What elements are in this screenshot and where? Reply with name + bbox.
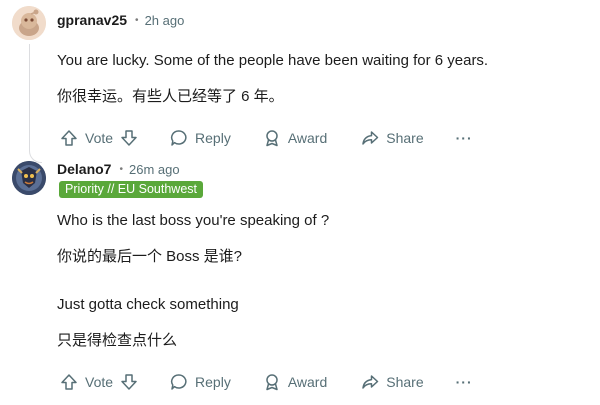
comment-thread: gpranav25 • 2h ago You are lucky. Some o…: [0, 0, 600, 405]
more-options-button[interactable]: ···: [456, 374, 473, 390]
speech-bubble-icon: [170, 374, 187, 390]
separator-dot: •: [119, 163, 123, 175]
more-options-button[interactable]: ···: [456, 130, 473, 146]
award-icon: [266, 130, 278, 147]
vote-label: Vote: [85, 130, 114, 146]
arrow-down-icon: [121, 130, 137, 146]
share-button[interactable]: Share: [361, 129, 424, 147]
thread-connector: [29, 140, 42, 163]
user-flair: Priority // EU Southwest: [59, 181, 203, 198]
username[interactable]: gpranav25: [57, 12, 127, 28]
arrow-up-icon: [61, 374, 77, 390]
separator-dot: •: [135, 14, 139, 26]
award-label: Award: [287, 130, 328, 146]
arrow-down-icon: [121, 374, 137, 390]
reply-label: Reply: [195, 130, 231, 146]
ellipsis-icon: ···: [455, 130, 473, 146]
reply-button[interactable]: Reply: [170, 373, 231, 391]
award-label: Award: [287, 374, 328, 390]
downvote-button[interactable]: [120, 129, 138, 147]
username[interactable]: Delano7: [57, 161, 111, 177]
comment-header: gpranav25 • 2h ago: [57, 12, 184, 28]
comment-text: Just gotta check something: [57, 296, 239, 313]
speech-bubble-icon: [170, 130, 187, 146]
comment-text: Who is the last boss you're speaking of …: [57, 212, 330, 229]
arrow-up-icon: [61, 130, 77, 146]
share-arrow-icon: [362, 375, 379, 389]
comment-text: 你说的最后一个 Boss 是谁?: [57, 248, 243, 265]
avatar[interactable]: [12, 6, 46, 40]
award-button[interactable]: Award: [263, 373, 327, 391]
reply-button[interactable]: Reply: [170, 129, 231, 147]
comment-text: You are lucky. Some of the people have b…: [57, 52, 489, 69]
share-label: Share: [386, 374, 424, 390]
ellipsis-icon: ···: [455, 374, 473, 390]
character-avatar-icon: [12, 161, 46, 195]
vote-label: Vote: [85, 374, 114, 390]
award-button[interactable]: Award: [263, 129, 327, 147]
upvote-button[interactable]: Vote: [60, 129, 113, 147]
comment-text: 你很幸运。有些人已经等了 6 年。: [57, 88, 284, 105]
upvote-button[interactable]: Vote: [60, 373, 113, 391]
downvote-button[interactable]: [120, 373, 138, 391]
snoo-avatar-icon: [12, 6, 46, 40]
award-icon: [266, 374, 278, 391]
timestamp[interactable]: 26m ago: [129, 162, 180, 177]
thread-line[interactable]: [29, 44, 30, 149]
avatar[interactable]: [12, 161, 46, 195]
share-button[interactable]: Share: [361, 373, 424, 391]
share-label: Share: [386, 130, 424, 146]
reply-label: Reply: [195, 374, 231, 390]
comment-actions: Vote Reply Award Share ···: [60, 126, 473, 150]
timestamp[interactable]: 2h ago: [145, 13, 185, 28]
share-arrow-icon: [362, 131, 379, 145]
comment-header: Delano7 • 26m ago: [57, 161, 180, 177]
comment-text: 只是得检查点什么: [57, 332, 178, 349]
comment-actions: Vote Reply Award Share ···: [60, 370, 473, 394]
